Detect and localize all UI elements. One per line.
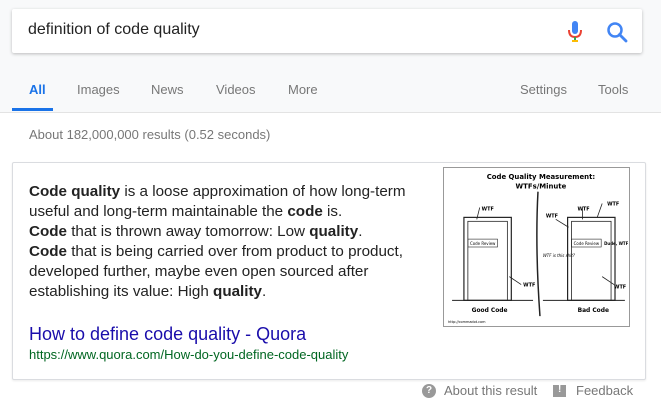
snippet-text-part: is.	[322, 203, 343, 220]
about-this-result-label: About this result	[444, 383, 538, 398]
tab-all[interactable]: All	[29, 82, 46, 97]
feedback-label: Feedback	[576, 383, 634, 398]
thumb-wtf: WTF	[607, 202, 619, 208]
thumb-title-line2: WTFs/Minute	[516, 183, 567, 191]
thumb-dude: Dude, WTF	[604, 241, 628, 246]
results-count: About 182,000,000 results (0.52 seconds)	[29, 127, 271, 142]
snippet-bold: quality	[213, 283, 262, 300]
thumb-wtf: WTF	[577, 206, 589, 212]
thumb-caption-bad: Bad Code	[578, 308, 609, 314]
result-title-link[interactable]: How to define code quality - Quora	[29, 324, 306, 345]
thumb-wtf: WTF	[546, 213, 558, 219]
featured-snippet-card: Code quality is a loose approximation of…	[12, 162, 646, 380]
search-box[interactable]: definition of code quality	[12, 9, 642, 53]
active-tab-indicator	[12, 108, 53, 111]
bad-code-door: Code Review WTF WTF WTF WTF is this shit…	[542, 202, 629, 314]
search-input[interactable]: definition of code quality	[28, 21, 200, 39]
snippet-text-part: that is thrown away tomorrow: Low	[66, 223, 310, 240]
tabs-divider	[0, 112, 661, 113]
feedback-link[interactable]: Feedback	[553, 383, 633, 398]
microphone-icon[interactable]	[568, 21, 582, 43]
thumb-title-line1: Code Quality Measurement:	[487, 173, 595, 181]
snippet-bold: Code	[29, 243, 67, 260]
thumb-wtf: WTF	[523, 283, 535, 289]
result-thumbnail[interactable]: Code Quality Measurement: WTFs/Minute Co…	[443, 167, 630, 327]
thumb-divider	[536, 191, 541, 317]
search-icon[interactable]	[606, 21, 628, 43]
snippet-bold: code	[287, 203, 323, 220]
snippet-text-part: .	[262, 283, 267, 300]
tab-settings[interactable]: Settings	[520, 82, 567, 97]
feedback-icon	[553, 384, 566, 397]
thumb-credit: http://commadot.com	[448, 320, 486, 324]
thumb-wtf: WTF	[614, 284, 626, 290]
tab-videos[interactable]: Videos	[216, 82, 256, 97]
tab-more[interactable]: More	[288, 82, 318, 97]
snippet-text: Code quality is a loose approximation of…	[29, 182, 424, 302]
good-code-door: Code Review WTF WTF Good Code	[452, 206, 535, 314]
result-url: https://www.quora.com/How-do-you-define-…	[29, 347, 349, 362]
tab-tools[interactable]: Tools	[598, 82, 628, 97]
thumb-wtf-question: WTF is this shit?	[543, 253, 576, 258]
thumb-door-label: Code Review	[574, 241, 600, 246]
tab-news[interactable]: News	[151, 82, 184, 97]
snippet-bold: Code quality	[29, 183, 121, 200]
thumb-wtf: WTF	[482, 206, 494, 212]
thumb-caption-good: Good Code	[472, 308, 508, 314]
snippet-text-part: .	[358, 223, 363, 240]
tab-images[interactable]: Images	[77, 82, 120, 97]
snippet-bold: quality	[309, 223, 359, 240]
help-icon: ?	[422, 383, 436, 398]
about-this-result-link[interactable]: ? About this result	[422, 383, 537, 398]
thumb-door-label: Code Review	[470, 241, 496, 246]
snippet-bold: Code	[29, 223, 67, 240]
